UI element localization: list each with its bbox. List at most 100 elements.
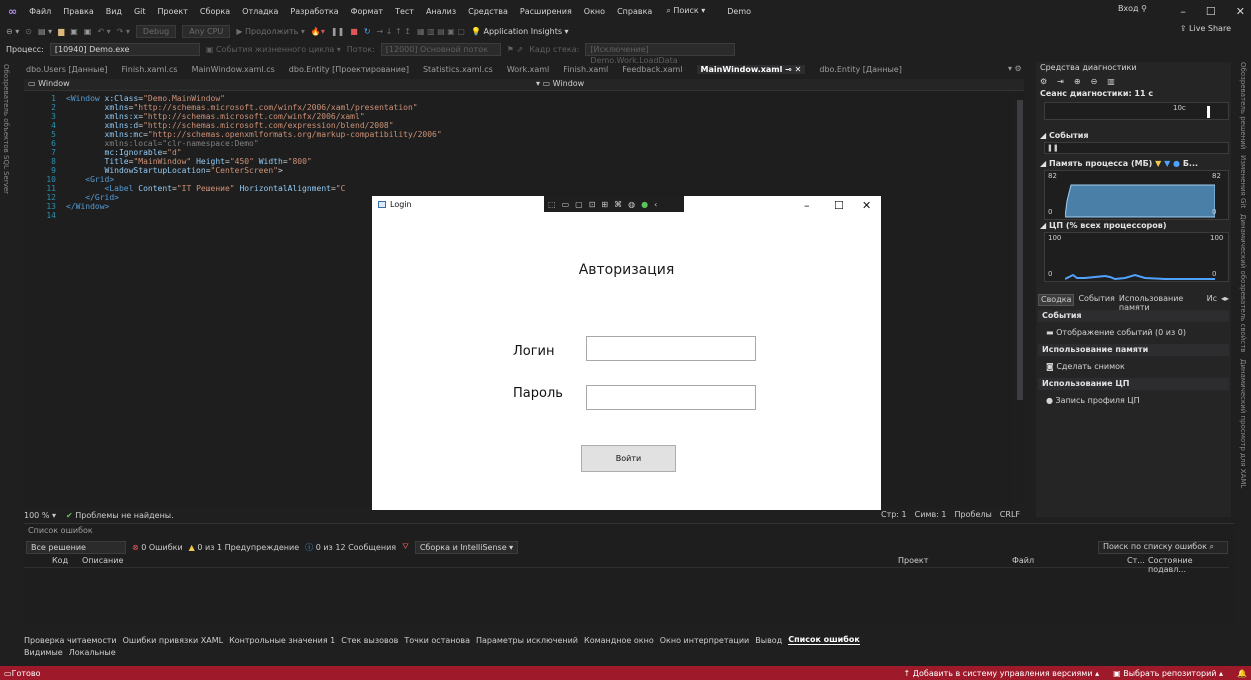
open-icon[interactable]: ▆ bbox=[58, 27, 64, 36]
tab-summary[interactable]: Сводка bbox=[1038, 294, 1075, 306]
stack-frame-select[interactable]: [Исключение] Demo.Work.LoadData bbox=[585, 42, 736, 65]
code-line[interactable]: 7 mc:Ignorable="d" bbox=[24, 148, 181, 157]
scope-select[interactable]: Все решение bbox=[26, 540, 126, 554]
tab-scroll-icon[interactable]: ◂▸ bbox=[1221, 294, 1229, 306]
layout-icons[interactable]: ▦ ▥ ▤ ▣ ▢ bbox=[417, 27, 465, 36]
menu-test[interactable]: Тест bbox=[393, 7, 416, 16]
select-repo-button[interactable]: ▣ Выбрать репозиторий ▴ bbox=[1113, 669, 1223, 678]
events-track[interactable]: ❚❚ bbox=[1044, 142, 1229, 154]
code-line[interactable]: 1 <Window x:Class="Demo.MainWindow" bbox=[24, 94, 225, 103]
code-line[interactable]: 3 xmlns:x="http://schemas.microsoft.com/… bbox=[24, 112, 364, 121]
track-focus-icon[interactable]: ▢ bbox=[575, 200, 583, 209]
show-events-link[interactable]: ▬ Отображение событий (0 из 0) bbox=[1046, 328, 1186, 337]
redo-icon[interactable]: ↷ ▾ bbox=[117, 27, 130, 36]
menu-extensions[interactable]: Расширения bbox=[518, 7, 574, 16]
login-minimize-icon[interactable]: – bbox=[804, 199, 810, 212]
right-strip-solution-explorer[interactable]: Обозреватель решений bbox=[1239, 62, 1247, 149]
messages-filter[interactable]: ⓘ 0 из 12 Сообщения bbox=[305, 542, 396, 553]
display-adorners-icon[interactable]: ▭ bbox=[562, 200, 570, 209]
select-element-icon[interactable]: ⬚ bbox=[548, 200, 556, 209]
menu-project[interactable]: Проект bbox=[156, 7, 190, 16]
close-icon[interactable]: ✕ bbox=[1236, 5, 1245, 18]
hot-reload-icon[interactable]: ◍ bbox=[628, 200, 635, 209]
errors-filter[interactable]: ⊗ 0 Ошибки bbox=[132, 543, 183, 552]
col-description[interactable]: Описание bbox=[82, 556, 123, 565]
tab-statistics-cs[interactable]: Statistics.xaml.cs bbox=[423, 65, 493, 74]
tab-entity-data[interactable]: dbo.Entity [Данные] bbox=[819, 65, 901, 74]
menu-build[interactable]: Сборка bbox=[198, 7, 232, 16]
take-snapshot-link[interactable]: ◙ Сделать снимок bbox=[1046, 362, 1125, 371]
process-select[interactable]: [10940] Demo.exe bbox=[49, 42, 200, 56]
menu-design[interactable]: Разработка bbox=[288, 7, 340, 16]
menu-analyze[interactable]: Анализ bbox=[424, 7, 458, 16]
menu-view[interactable]: Вид bbox=[104, 7, 124, 16]
add-source-control-button[interactable]: ↑ Добавить в систему управления версиями… bbox=[903, 669, 1099, 678]
app-insights-button[interactable]: 💡 Application Insights ▾ bbox=[471, 27, 569, 36]
login-submit-button[interactable]: Войти bbox=[581, 445, 676, 472]
session-timeline[interactable]: 10с bbox=[1044, 102, 1229, 120]
tab-memory-usage[interactable]: Использование памяти bbox=[1119, 294, 1203, 312]
settings-icon[interactable]: ⚙ bbox=[1040, 77, 1047, 86]
layout-adorners-icon[interactable]: ⊡ bbox=[589, 200, 596, 209]
login-maximize-icon[interactable]: ☐ bbox=[834, 199, 844, 212]
accessibility-icon[interactable]: ⌘ bbox=[614, 200, 622, 209]
login-close-icon[interactable]: ✕ bbox=[862, 199, 871, 212]
tab-mainwindow-xaml[interactable]: MainWindow.xaml ⊸ ✕ bbox=[696, 64, 806, 74]
code-line[interactable]: 8 Title="MainWindow" Height="450" Width=… bbox=[24, 157, 312, 166]
tab-finish-xaml[interactable]: Finish.xaml bbox=[563, 65, 608, 74]
menu-window[interactable]: Окно bbox=[582, 7, 607, 16]
search-menu[interactable]: ⌕ Поиск ▾ bbox=[662, 6, 709, 16]
maximize-icon[interactable]: ☐ bbox=[1206, 5, 1216, 18]
export-icon[interactable]: ⇥ bbox=[1057, 77, 1064, 86]
col-suppression[interactable]: Состояние подавл... bbox=[1148, 556, 1229, 574]
col-file[interactable]: Файл bbox=[1012, 556, 1034, 565]
issues-indicator[interactable]: ✔ Проблемы не найдены. bbox=[66, 511, 174, 520]
flag-icons[interactable]: ⚑ ⇗ bbox=[507, 45, 523, 54]
forward-icon[interactable]: ⊙ bbox=[25, 27, 32, 36]
login-input[interactable] bbox=[586, 336, 756, 361]
lifecycle-events-button[interactable]: ▣ События жизненного цикла ▾ bbox=[206, 45, 341, 54]
new-project-icon[interactable]: ▤ ▾ bbox=[38, 27, 52, 36]
menu-edit[interactable]: Правка bbox=[61, 7, 95, 16]
menu-git[interactable]: Git bbox=[132, 7, 148, 16]
memory-chart[interactable] bbox=[1044, 170, 1229, 220]
tab-readability[interactable]: Проверка читаемости bbox=[24, 636, 117, 645]
tab-breakpoints[interactable]: Точки останова bbox=[404, 636, 470, 645]
thread-select[interactable]: [12000] Основной поток bbox=[380, 42, 501, 56]
sign-in-link[interactable]: Вход ⚲ bbox=[1118, 4, 1147, 13]
code-line[interactable]: 5 xmlns:mc="http://schemas.openxmlformat… bbox=[24, 130, 442, 139]
code-line[interactable]: 11 <Label Content="IT Решение" Horizonta… bbox=[24, 184, 345, 193]
save-icon[interactable]: ▣ bbox=[70, 27, 78, 36]
pin-icon[interactable]: ⊸ bbox=[785, 65, 792, 74]
tab-cpu[interactable]: Ис bbox=[1207, 294, 1217, 306]
right-strip-xaml-preview[interactable]: Динамический просмотр для XAML bbox=[1239, 359, 1247, 488]
right-strip-git-changes[interactable]: Изменения Git bbox=[1239, 155, 1247, 208]
tab-call-stack[interactable]: Стек вызовов bbox=[341, 636, 398, 645]
scroll-thumb[interactable] bbox=[1017, 100, 1023, 400]
tab-error-list[interactable]: Список ошибок bbox=[788, 635, 860, 645]
tab-immediate-window[interactable]: Окно интерпретации bbox=[660, 636, 750, 645]
build-select[interactable]: Сборка и IntelliSense ▾ bbox=[414, 540, 519, 554]
tab-finish-cs[interactable]: Finish.xaml.cs bbox=[122, 65, 178, 74]
record-cpu-profile-link[interactable]: ● Запись профиля ЦП bbox=[1046, 396, 1140, 405]
hot-reload-icon[interactable]: 🔥▾ bbox=[311, 27, 325, 36]
tab-work-xaml[interactable]: Work.xaml bbox=[507, 65, 549, 74]
platform-select[interactable]: Any CPU bbox=[182, 24, 231, 38]
restart-icon[interactable]: ↻ bbox=[364, 27, 371, 36]
code-line[interactable]: 14 bbox=[24, 211, 66, 220]
pause-icon[interactable]: ❚❚ bbox=[331, 27, 344, 36]
code-line[interactable]: 10 <Grid> bbox=[24, 175, 114, 184]
menu-file[interactable]: Файл bbox=[27, 7, 53, 16]
right-strip-properties[interactable]: Динамический обозреватель свойств bbox=[1239, 214, 1247, 352]
filter-icon[interactable]: ⛛ bbox=[402, 542, 409, 552]
chart-icon[interactable]: ▥ bbox=[1107, 77, 1115, 86]
whitespace-indicator[interactable]: Пробелы bbox=[955, 510, 992, 519]
minimize-icon[interactable]: – bbox=[1180, 5, 1186, 18]
undo-icon[interactable]: ↶ ▾ bbox=[97, 27, 110, 36]
col-project[interactable]: Проект bbox=[898, 556, 928, 565]
col-code[interactable]: Код bbox=[52, 556, 68, 565]
tab-locals[interactable]: Локальные bbox=[69, 648, 116, 657]
collapse-toolbar-icon[interactable]: ‹ bbox=[654, 200, 657, 209]
login-title-bar[interactable]: Login ⬚ ▭ ▢ ⊡ ⊞ ⌘ ◍ ● ‹ – ☐ ✕ bbox=[372, 196, 881, 214]
tab-exception-settings[interactable]: Параметры исключений bbox=[476, 636, 578, 645]
